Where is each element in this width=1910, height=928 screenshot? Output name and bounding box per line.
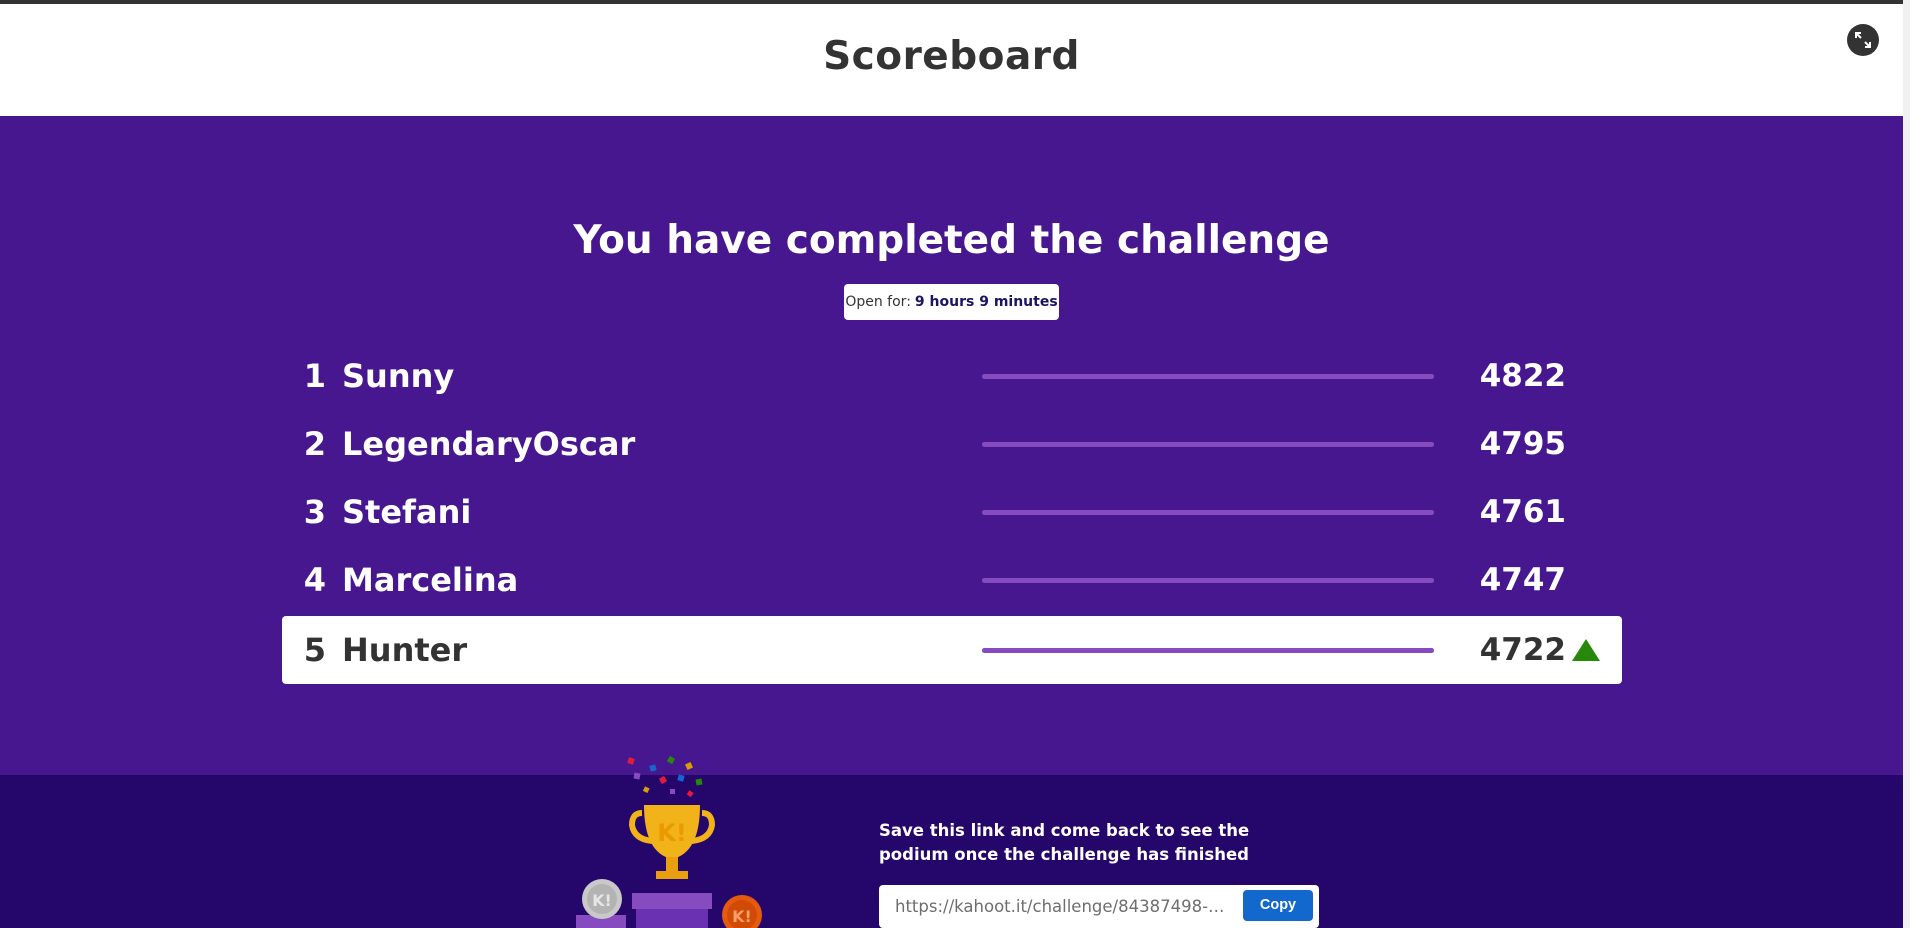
player-score: 4795 <box>1479 426 1566 462</box>
header: Scoreboard <box>0 4 1903 116</box>
completion-heading: You have completed the challenge <box>573 218 1330 263</box>
player-score: 4747 <box>1479 562 1566 598</box>
player-name: Stefani <box>342 493 472 531</box>
score-bar-fill <box>982 442 1434 447</box>
challenge-link-field[interactable]: https://kahoot.it/challenge/84387498-97.… <box>879 885 1319 928</box>
score-bar-fill <box>982 578 1434 583</box>
scoreboard-row: 2 LegendaryOscar 4795 <box>282 410 1622 478</box>
current-player-row: 5 Hunter 4722 <box>282 616 1622 684</box>
rank-number: 1 <box>303 357 326 395</box>
player-name: Marcelina <box>342 561 519 599</box>
scoreboard-panel: You have completed the challenge Open fo… <box>0 116 1903 775</box>
score-bar <box>982 578 1434 583</box>
expand-icon <box>1855 32 1871 48</box>
svg-text:K!: K! <box>732 907 752 926</box>
score-bar-fill <box>982 510 1434 515</box>
footer: K! K! K! Save this link and come back to… <box>0 755 1903 928</box>
trophy-podium-icon: K! K! K! <box>576 755 762 928</box>
player-name: Sunny <box>342 357 455 395</box>
player-score: 4761 <box>1479 494 1566 530</box>
copy-button[interactable]: Copy <box>1243 890 1313 921</box>
score-bar <box>982 510 1434 515</box>
page-title: Scoreboard <box>823 34 1080 79</box>
scoreboard-row: 4 Marcelina 4747 <box>282 546 1622 614</box>
player-name: Hunter <box>342 631 468 669</box>
score-bar-fill <box>982 374 1434 379</box>
svg-text:K!: K! <box>657 819 687 847</box>
open-for-badge: Open for: 9 hours 9 minutes <box>844 284 1059 320</box>
rank-number: 5 <box>303 631 326 669</box>
player-score: 4822 <box>1479 358 1566 394</box>
player-score: 4722 <box>1479 632 1566 668</box>
score-bar-fill <box>982 648 1434 653</box>
save-link-instructions: Save this link and come back to see the … <box>879 821 1250 864</box>
fullscreen-button[interactable] <box>1847 24 1879 56</box>
player-name: LegendaryOscar <box>342 425 636 463</box>
score-bar <box>982 374 1434 379</box>
rank-number: 4 <box>303 561 326 599</box>
open-for-label: Open for: <box>845 294 911 310</box>
challenge-link-input[interactable]: https://kahoot.it/challenge/84387498-97.… <box>895 885 1230 928</box>
scoreboard-row: 1 Sunny 4822 <box>282 342 1622 410</box>
scoreboard-row: 3 Stefani 4761 <box>282 478 1622 546</box>
rank-number: 2 <box>303 425 326 463</box>
up-arrow-icon <box>1572 639 1600 661</box>
scrollbar[interactable] <box>1903 0 1910 928</box>
open-for-value: 9 hours 9 minutes <box>914 294 1058 310</box>
rank-number: 3 <box>303 493 326 531</box>
score-bar <box>982 442 1434 447</box>
score-bar <box>982 648 1434 653</box>
svg-text:K!: K! <box>592 891 612 910</box>
